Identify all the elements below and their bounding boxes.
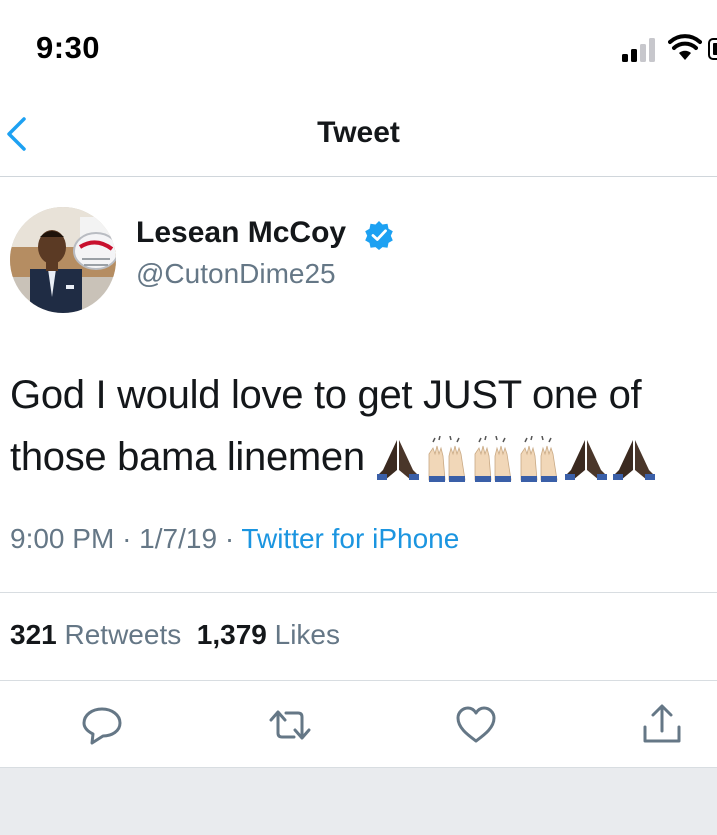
emoji-group [375,436,659,483]
tweet-source-link[interactable]: Twitter for iPhone [241,523,459,554]
likes-label: Likes [274,619,341,650]
tweet-text-line-2-text: those bama linemen [10,435,365,479]
retweets-stat[interactable]: 321 Retweets [10,619,181,650]
tweet-stats: 321 Retweets 1,379 Likes [10,619,340,651]
praying-hands-icon [376,440,419,481]
retweet-icon[interactable] [268,703,312,747]
like-icon[interactable] [454,703,498,747]
author-handle[interactable]: @CutonDime25 [136,258,336,290]
verified-badge-icon [365,221,393,250]
page-title: Tweet [317,116,400,149]
status-time: 9:30 [36,30,101,65]
tweet-time: 9:00 PM [10,523,115,554]
emoji-icons [376,436,655,483]
tweet-text-line-1: God I would love to get JUST one of [10,373,642,417]
meta-separator: · [122,523,132,554]
praying-hands-icon [612,440,655,481]
share-icon[interactable] [640,703,684,747]
wifi-icon [668,34,702,60]
tweet-actions [0,681,717,767]
retweets-count: 321 [10,619,57,650]
author-display-name[interactable]: Lesean McCoy [136,216,346,250]
meta-separator: · [224,523,235,554]
praying-hands-icon [564,440,607,481]
raised-hands-icon [520,436,558,483]
tweet-date: 1/7/19 [139,523,218,554]
bottom-background [0,767,717,835]
battery-icon [708,38,717,60]
retweets-label: Retweets [64,619,182,650]
status-bar: 9:30 [0,0,717,100]
avatar[interactable] [10,207,116,313]
tweet-meta: 9:00 PM · 1/7/19 · Twitter for iPhone [10,523,459,555]
nav-bar: Tweet [0,100,717,177]
raised-hands-icon [428,436,466,483]
signal-icon [622,38,655,62]
raised-hands-icon [474,436,512,483]
tweet-text-line-2: those bama linemen [10,426,710,488]
divider [0,592,717,593]
likes-stat[interactable]: 1,379 Likes [197,619,340,650]
tweet-text: God I would love to get JUST one of thos… [10,364,710,488]
reply-icon[interactable] [80,703,124,747]
likes-count: 1,379 [196,619,267,650]
